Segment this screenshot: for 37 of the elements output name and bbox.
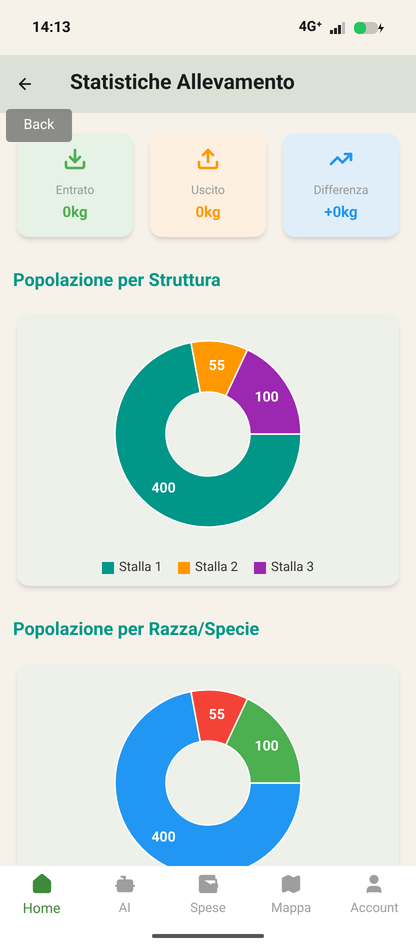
slice-label: 100 <box>254 390 279 406</box>
upload-icon <box>196 147 220 171</box>
download-icon <box>63 147 87 171</box>
section-title: Popolazione per Razza/Specie <box>13 618 260 642</box>
summary-label: Differenza <box>314 182 368 199</box>
legend-swatch <box>178 562 190 574</box>
summary-value: +0kg <box>324 202 358 223</box>
legend-label: Stalla 1 <box>119 559 162 577</box>
legend-label: Stalla 3 <box>270 559 314 577</box>
wallet-icon <box>197 873 219 896</box>
nav-item[interactable]: Home <box>0 866 84 926</box>
status-time: 14:13 <box>32 17 71 38</box>
nav-item[interactable]: Account <box>332 866 416 926</box>
slice-label: 100 <box>254 738 279 755</box>
legend-swatch <box>102 562 114 574</box>
legend-swatch <box>254 562 266 574</box>
nav-item[interactable]: AI <box>83 866 166 926</box>
page-title: Statistiche Allevamento <box>70 70 295 98</box>
summary-value: 0kg <box>62 202 88 223</box>
slice-label: 400 <box>152 480 176 496</box>
legend-label: Stalla 2 <box>195 559 238 577</box>
network-label: 4G⁺ <box>298 18 322 37</box>
summary-label: Entrato <box>56 182 94 199</box>
slice-label: 400 <box>152 829 176 846</box>
summary-label: Uscito <box>191 182 225 199</box>
back-button[interactable] <box>16 75 34 93</box>
slice-label: 55 <box>208 707 225 724</box>
summary-value: 0kg <box>195 202 221 223</box>
nav-item[interactable]: Mappa <box>250 866 333 926</box>
back-tooltip: Back <box>6 109 72 142</box>
section-title: Popolazione per Struttura <box>13 269 222 293</box>
nav-item[interactable]: Spese <box>166 866 250 926</box>
battery-icon <box>354 20 384 34</box>
signal-icon <box>330 22 346 34</box>
map-icon <box>280 873 302 896</box>
home-icon <box>30 872 53 894</box>
slice-label: 55 <box>208 358 225 374</box>
